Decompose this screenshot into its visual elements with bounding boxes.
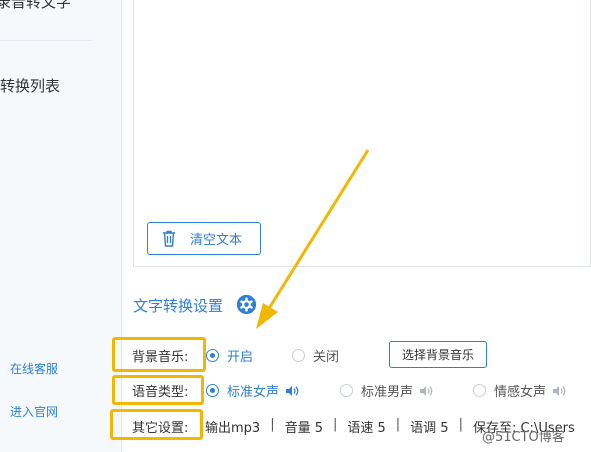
annotation-arrow [256,149,370,329]
watermark: @51CTO博客 [482,430,565,445]
